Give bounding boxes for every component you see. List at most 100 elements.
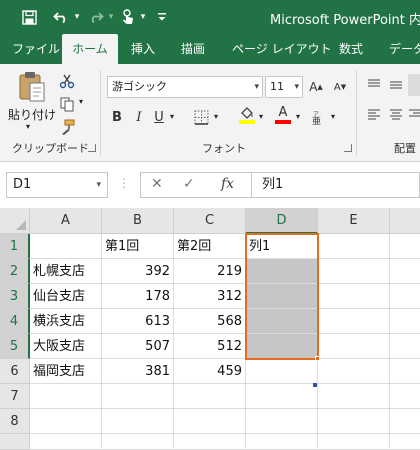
font-color-dropdown-icon[interactable]: ▾ bbox=[296, 112, 300, 121]
increase-font-size-icon[interactable]: A ▲ bbox=[306, 76, 326, 98]
cell-c8[interactable] bbox=[174, 409, 246, 434]
borders-dropdown-icon[interactable]: ▾ bbox=[214, 112, 218, 121]
touch-mode-icon[interactable] bbox=[118, 6, 138, 28]
column-header-e[interactable]: E bbox=[318, 208, 390, 234]
row-header-2[interactable]: 2 bbox=[0, 259, 30, 284]
save-icon[interactable] bbox=[18, 6, 40, 28]
cancel-icon[interactable]: ✕ bbox=[151, 176, 163, 192]
cell-e5[interactable] bbox=[318, 334, 390, 359]
tab-insert[interactable]: 挿入 bbox=[131, 34, 155, 64]
phonetic-guide-icon[interactable]: ア亜 bbox=[308, 106, 330, 128]
formula-input[interactable]: 列1 bbox=[252, 172, 420, 198]
font-name-combo[interactable]: 游ゴシック ▾ bbox=[107, 76, 263, 98]
tab-file[interactable]: ファイル bbox=[12, 34, 60, 64]
cell-e7[interactable] bbox=[318, 384, 390, 409]
cell-d8[interactable] bbox=[246, 409, 318, 434]
cell-c2[interactable]: 219 bbox=[174, 259, 246, 284]
cell-d1[interactable]: 列1 bbox=[246, 234, 318, 259]
cell-b5[interactable]: 507 bbox=[102, 334, 174, 359]
copy-dropdown-icon[interactable]: ▾ bbox=[79, 97, 83, 106]
column-header-a[interactable]: A bbox=[30, 208, 102, 234]
cell-b7[interactable] bbox=[102, 384, 174, 409]
cell-f2[interactable] bbox=[390, 259, 420, 284]
touch-dropdown-icon[interactable]: ▾ bbox=[138, 6, 148, 28]
bold-button[interactable]: B bbox=[108, 106, 126, 128]
cell-b1[interactable]: 第1回 bbox=[102, 234, 174, 259]
cell-d6[interactable] bbox=[246, 359, 318, 384]
align-left-icon[interactable] bbox=[364, 104, 384, 126]
align-top-icon[interactable] bbox=[364, 74, 384, 96]
cell-d4[interactable] bbox=[246, 309, 318, 334]
cell-a7[interactable] bbox=[30, 384, 102, 409]
cell-a8[interactable] bbox=[30, 409, 102, 434]
cell-e3[interactable] bbox=[318, 284, 390, 309]
align-center-icon[interactable] bbox=[386, 104, 406, 126]
select-all-button[interactable] bbox=[0, 208, 30, 234]
tab-data[interactable]: データ bbox=[389, 34, 420, 64]
cell-b9[interactable] bbox=[102, 434, 174, 450]
format-painter-icon[interactable] bbox=[56, 116, 78, 138]
paste-button[interactable]: 貼り付け bbox=[8, 106, 56, 123]
cell-a9[interactable] bbox=[30, 434, 102, 450]
row-header-7[interactable]: 7 bbox=[0, 384, 30, 409]
cell-c9[interactable] bbox=[174, 434, 246, 450]
cell-c7[interactable] bbox=[174, 384, 246, 409]
decrease-font-size-icon[interactable]: A ▼ bbox=[330, 76, 350, 98]
row-header-6[interactable]: 6 bbox=[0, 359, 30, 384]
cell-a6[interactable]: 福岡支店 bbox=[30, 359, 102, 384]
cell-a4[interactable]: 横浜支店 bbox=[30, 309, 102, 334]
cell-b8[interactable] bbox=[102, 409, 174, 434]
copy-icon[interactable] bbox=[56, 93, 78, 115]
drag-handle-icon[interactable]: ⋮ bbox=[118, 176, 130, 190]
cell-e9[interactable] bbox=[318, 434, 390, 450]
row-header-8[interactable]: 8 bbox=[0, 409, 30, 434]
cell-a1[interactable] bbox=[30, 234, 102, 259]
cell-d5[interactable] bbox=[246, 334, 318, 359]
align-bottom-icon[interactable] bbox=[408, 74, 420, 96]
underline-button[interactable]: U bbox=[150, 106, 168, 128]
cell-f8[interactable] bbox=[390, 409, 420, 434]
cell-f5[interactable] bbox=[390, 334, 420, 359]
font-size-combo[interactable]: 11 ▾ bbox=[265, 76, 303, 98]
align-middle-icon[interactable] bbox=[386, 74, 406, 96]
cell-c3[interactable]: 312 bbox=[174, 284, 246, 309]
cell-f9[interactable] bbox=[390, 434, 420, 450]
column-header-d[interactable]: D bbox=[246, 208, 318, 234]
fill-color-dropdown-icon[interactable]: ▾ bbox=[259, 112, 263, 121]
table-resize-handle[interactable] bbox=[313, 383, 317, 387]
cell-c1[interactable]: 第2回 bbox=[174, 234, 246, 259]
tab-draw[interactable]: 描画 bbox=[181, 34, 205, 64]
tab-formulas[interactable]: 数式 bbox=[339, 34, 363, 64]
fill-handle[interactable] bbox=[315, 356, 320, 361]
cell-c5[interactable]: 512 bbox=[174, 334, 246, 359]
row-header-9[interactable] bbox=[0, 434, 30, 450]
cell-d2[interactable] bbox=[246, 259, 318, 284]
insert-function-button[interactable]: fx bbox=[221, 176, 234, 192]
cell-c4[interactable]: 568 bbox=[174, 309, 246, 334]
cell-f4[interactable] bbox=[390, 309, 420, 334]
cell-f7[interactable] bbox=[390, 384, 420, 409]
column-header-f[interactable] bbox=[390, 208, 420, 234]
cell-a2[interactable]: 札幌支店 bbox=[30, 259, 102, 284]
phonetic-dropdown-icon[interactable]: ▾ bbox=[331, 112, 335, 121]
row-header-1[interactable]: 1 bbox=[0, 234, 30, 259]
cell-e8[interactable] bbox=[318, 409, 390, 434]
cell-e4[interactable] bbox=[318, 309, 390, 334]
clipboard-launcher-icon[interactable] bbox=[88, 144, 96, 152]
customize-icon[interactable] bbox=[154, 6, 170, 28]
font-color-icon[interactable]: A bbox=[272, 104, 294, 126]
undo-icon[interactable] bbox=[50, 6, 72, 28]
enter-icon[interactable]: ✓ bbox=[183, 176, 195, 192]
row-header-5[interactable]: 5 bbox=[0, 334, 30, 359]
cell-a3[interactable]: 仙台支店 bbox=[30, 284, 102, 309]
cell-e1[interactable] bbox=[318, 234, 390, 259]
fill-color-icon[interactable] bbox=[236, 104, 258, 126]
underline-dropdown-icon[interactable]: ▾ bbox=[170, 112, 174, 121]
cell-f6[interactable] bbox=[390, 359, 420, 384]
font-launcher-icon[interactable] bbox=[344, 144, 352, 152]
row-header-3[interactable]: 3 bbox=[0, 284, 30, 309]
align-right-icon[interactable] bbox=[408, 104, 420, 126]
cell-b2[interactable]: 392 bbox=[102, 259, 174, 284]
tab-home[interactable]: ホーム bbox=[62, 34, 118, 64]
cell-f1[interactable] bbox=[390, 234, 420, 259]
